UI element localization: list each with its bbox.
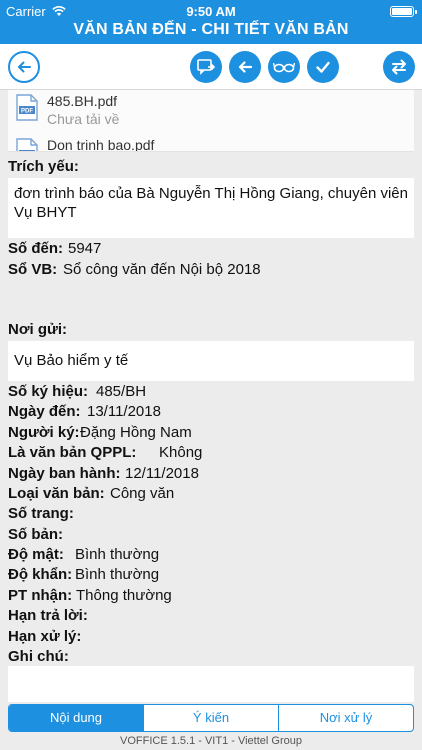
attachment-name: Don trinh bao.pdf — [47, 137, 155, 152]
attachment-item[interactable]: Don trinh bao.pdf — [16, 136, 406, 152]
swap-icon — [392, 59, 406, 75]
status-bar: Carrier 9:50 AM — [0, 4, 422, 20]
attachment-name: 485.BH.pdf — [47, 93, 118, 109]
arrow-left-icon — [238, 61, 253, 73]
so-vb-label: Sổ VB: — [8, 261, 58, 278]
attachment-status: Chưa tải về — [47, 111, 120, 127]
qppl-label: Là văn bản QPPL: — [8, 444, 137, 461]
ngay-den-label: Ngày đến: — [8, 403, 81, 420]
noi-gui-label: Nơi gửi: — [8, 321, 68, 338]
so-trang-label: Số trang: — [8, 505, 74, 522]
nguoi-ky-value: Đặng Hồng Nam — [80, 424, 192, 441]
noi-gui-value: Vụ Bảo hiểm y tế — [8, 341, 414, 381]
svg-text:PDF: PDF — [21, 109, 33, 115]
attachment-item[interactable]: PDF 485.BH.pdf Chưa tải về — [16, 92, 406, 132]
ghi-chu-box — [8, 666, 414, 702]
pt-nhan-label: PT nhận: — [8, 587, 73, 604]
so-den-value: 5947 — [68, 240, 102, 257]
status-time: 9:50 AM — [186, 4, 236, 19]
action-toolbar — [0, 44, 422, 90]
complete-button[interactable] — [307, 51, 339, 83]
tab-noi-xu-ly[interactable]: Nơi xử lý — [278, 705, 413, 731]
checkmark-icon — [316, 61, 330, 73]
page-title: VĂN BẢN ĐẾN - CHI TIẾT VĂN BẢN — [73, 21, 349, 38]
han-xu-ly-label: Hạn xử lý: — [8, 628, 82, 645]
do-mat-label: Độ mật: — [8, 546, 64, 563]
so-ban-label: Số bản: — [8, 526, 63, 543]
back-circle-icon — [18, 61, 31, 73]
forward-button[interactable] — [190, 51, 222, 83]
nguoi-ky-label: Người ký: — [8, 424, 80, 441]
tab-y-kien[interactable]: Ý kiến — [143, 705, 278, 731]
pdf-file-icon — [16, 138, 38, 151]
trich-yeu-value: đơn trình báo của Bà Nguyễn Thị Hồng Gia… — [8, 178, 414, 238]
so-ky-hieu-value: 485/BH — [96, 383, 147, 400]
ngay-ban-hanh-label: Ngày ban hành: — [8, 465, 121, 482]
so-vb-value: Sổ công văn đến Nội bộ 2018 — [63, 261, 261, 278]
do-mat-value: Bình thường — [75, 546, 160, 563]
attachment-list: PDF 485.BH.pdf Chưa tải về Don trinh bao… — [8, 90, 414, 152]
bottom-tab-bar: Nội dung Ý kiến Nơi xử lý — [8, 704, 414, 732]
app-version-footer: VOFFICE 1.5.1 - VIT1 - Viettel Group — [120, 735, 302, 747]
do-khan-value: Bình thường — [75, 566, 160, 583]
loai-van-ban-value: Công văn — [110, 485, 175, 502]
return-button[interactable] — [229, 51, 261, 83]
qppl-value: Không — [159, 444, 203, 461]
forward-message-icon — [197, 59, 216, 75]
ngay-den-value: 13/11/2018 — [87, 403, 161, 420]
do-khan-label: Độ khẩn: — [8, 566, 73, 583]
back-button[interactable] — [8, 51, 40, 83]
han-tra-loi-label: Hạn trả lời: — [8, 607, 88, 624]
app-header: Carrier 9:50 AM VĂN BẢN ĐẾN - CHI TIẾT V… — [0, 0, 422, 44]
trich-yeu-label: Trích yếu: — [8, 158, 79, 175]
view-button[interactable] — [268, 51, 300, 83]
battery-icon — [390, 6, 417, 17]
ngay-ban-hanh-value: 12/11/2018 — [125, 465, 199, 482]
so-den-label: Số đến: — [8, 240, 63, 257]
so-ky-hieu-label: Số ký hiệu: — [8, 383, 89, 400]
switch-button[interactable] — [383, 51, 415, 83]
tab-noi-dung[interactable]: Nội dung — [9, 705, 143, 731]
pdf-file-icon: PDF — [16, 94, 38, 121]
pt-nhan-value: Thông thường — [76, 587, 172, 604]
glasses-icon — [273, 62, 295, 73]
loai-van-ban-label: Loại văn bản: — [8, 485, 105, 502]
ghi-chu-label: Ghi chú: — [8, 648, 69, 665]
